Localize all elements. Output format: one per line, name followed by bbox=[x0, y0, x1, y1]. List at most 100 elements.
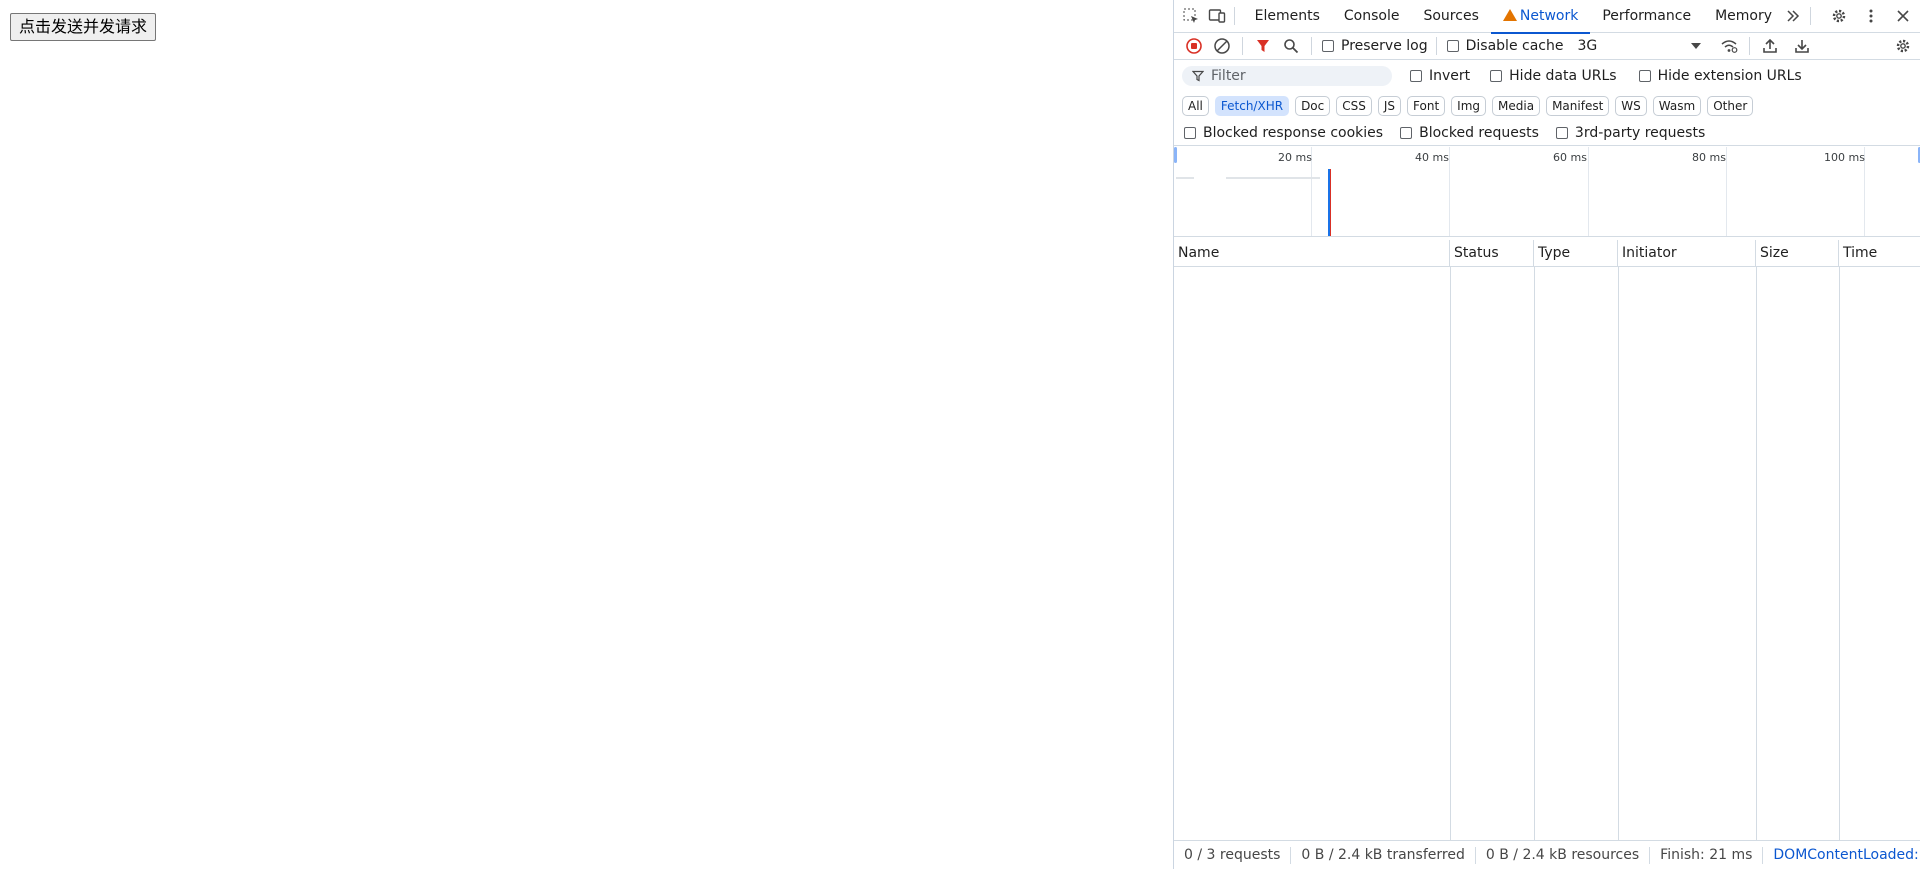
type-filter-font[interactable]: Font bbox=[1407, 96, 1446, 116]
tab-memory[interactable]: Memory bbox=[1703, 0, 1784, 33]
send-concurrent-requests-button[interactable]: 点击发送并发请求 bbox=[10, 13, 157, 41]
overview-tick-label: 20 ms bbox=[1278, 151, 1312, 164]
network-settings-icon[interactable] bbox=[1891, 34, 1915, 58]
tab-performance[interactable]: Performance bbox=[1590, 0, 1703, 33]
settings-gear-icon[interactable] bbox=[1827, 4, 1851, 28]
blocked-requests-checkbox[interactable]: Blocked requests bbox=[1400, 125, 1539, 141]
column-header-size[interactable]: Size bbox=[1756, 240, 1839, 266]
blocked-filters-row: Blocked response cookies Blocked request… bbox=[1174, 120, 1920, 146]
type-filter-manifest[interactable]: Manifest bbox=[1546, 96, 1610, 116]
devtools-tabbar: Elements Console Sources Network Perform… bbox=[1174, 0, 1920, 43]
filter-row: Filter Invert Hide data URLs Hide extens… bbox=[1174, 61, 1920, 91]
overview-tick-label: 100 ms bbox=[1824, 151, 1865, 164]
hide-data-urls-checkbox[interactable]: Hide data URLs bbox=[1490, 68, 1617, 84]
network-toolbar: Preserve log Disable cache 3G bbox=[1174, 33, 1920, 60]
type-filter-doc[interactable]: Doc bbox=[1295, 96, 1331, 116]
chevron-down-icon bbox=[1691, 43, 1702, 49]
invert-label: Invert bbox=[1429, 68, 1471, 84]
overview-tick-label: 40 ms bbox=[1415, 151, 1449, 164]
divider bbox=[1810, 7, 1811, 25]
network-overview-timeline[interactable]: 20 ms 40 ms 60 ms 80 ms 100 ms bbox=[1174, 147, 1920, 237]
throttling-select[interactable]: 3G bbox=[1577, 38, 1702, 54]
checkbox-box[interactable] bbox=[1400, 126, 1413, 139]
filter-icon bbox=[1192, 70, 1204, 82]
column-header-status[interactable]: Status bbox=[1450, 240, 1534, 266]
divider bbox=[1749, 37, 1751, 55]
resources-size: 0 B / 2.4 kB resources bbox=[1476, 846, 1651, 864]
column-divider bbox=[1534, 266, 1535, 840]
column-divider bbox=[1450, 266, 1451, 840]
preserve-log-checkbox[interactable]: Preserve log bbox=[1322, 38, 1428, 54]
type-filter-ws[interactable]: WS bbox=[1615, 96, 1647, 116]
checkbox-box[interactable] bbox=[1490, 70, 1503, 82]
devtools-panel: Elements Console Sources Network Perform… bbox=[1173, 0, 1920, 869]
type-filter-wasm[interactable]: Wasm bbox=[1652, 96, 1702, 116]
filter-placeholder: Filter bbox=[1211, 68, 1246, 84]
divider bbox=[1242, 37, 1243, 55]
type-filter-img[interactable]: Img bbox=[1451, 96, 1487, 116]
blocked-response-cookies-checkbox[interactable]: Blocked response cookies bbox=[1184, 125, 1383, 141]
resource-type-filters: All Fetch/XHR Doc CSS JS Font Img Media Manifest… bbox=[1174, 92, 1920, 120]
disable-cache-checkbox[interactable]: Disable cache bbox=[1446, 38, 1563, 54]
type-filter-js[interactable]: JS bbox=[1377, 96, 1402, 116]
clear-icon[interactable] bbox=[1210, 34, 1234, 58]
device-toolbar-icon[interactable] bbox=[1208, 4, 1226, 28]
web-page: 点击发送并发请求 bbox=[0, 0, 1173, 869]
hide-extension-urls-label: Hide extension URLs bbox=[1657, 68, 1802, 84]
hide-extension-urls-checkbox[interactable]: Hide extension URLs bbox=[1638, 68, 1802, 84]
overview-left-handle[interactable] bbox=[1174, 147, 1177, 163]
type-filter-fetch-xhr[interactable]: Fetch/XHR bbox=[1214, 96, 1290, 116]
checkbox-box[interactable] bbox=[1184, 126, 1196, 139]
invert-checkbox[interactable]: Invert bbox=[1410, 68, 1470, 84]
checkbox-box[interactable] bbox=[1410, 70, 1422, 82]
third-party-requests-checkbox[interactable]: 3rd-party requests bbox=[1555, 125, 1705, 141]
blocked-requests-label: Blocked requests bbox=[1419, 124, 1539, 141]
checkbox-box[interactable] bbox=[1322, 40, 1334, 52]
tab-elements[interactable]: Elements bbox=[1243, 0, 1332, 33]
import-har-icon[interactable] bbox=[1758, 34, 1782, 58]
more-options-icon[interactable] bbox=[1859, 4, 1883, 28]
divider bbox=[1234, 7, 1235, 25]
tab-sources[interactable]: Sources bbox=[1411, 0, 1490, 33]
overview-tick-label: 60 ms bbox=[1553, 151, 1587, 164]
type-filter-other[interactable]: Other bbox=[1707, 96, 1754, 116]
checkbox-box[interactable] bbox=[1446, 40, 1459, 52]
column-divider bbox=[1839, 266, 1840, 840]
filter-input[interactable]: Filter bbox=[1182, 66, 1392, 86]
throttling-value: 3G bbox=[1577, 38, 1598, 54]
request-bar bbox=[1226, 177, 1320, 179]
checkbox-box[interactable] bbox=[1555, 126, 1568, 139]
warning-icon bbox=[1502, 8, 1517, 43]
search-icon[interactable] bbox=[1279, 34, 1303, 58]
type-filter-css[interactable]: CSS bbox=[1336, 96, 1372, 116]
network-status-bar: 0 / 3 requests 0 B / 2.4 kB transferred … bbox=[1174, 840, 1920, 869]
filter-funnel-icon[interactable] bbox=[1251, 34, 1275, 58]
hide-data-urls-label: Hide data URLs bbox=[1509, 68, 1617, 84]
column-header-type[interactable]: Type bbox=[1534, 240, 1618, 266]
dom-content-loaded-link[interactable]: DOMContentLoaded: 22 ms bbox=[1763, 847, 1920, 864]
divider bbox=[1311, 37, 1312, 55]
request-count: 0 / 3 requests bbox=[1174, 846, 1292, 864]
column-header-name[interactable]: Name bbox=[1174, 240, 1450, 266]
checkbox-box[interactable] bbox=[1638, 70, 1651, 82]
column-divider bbox=[1756, 266, 1757, 840]
type-filter-media[interactable]: Media bbox=[1492, 96, 1541, 116]
tab-network[interactable]: Network bbox=[1490, 0, 1591, 43]
export-har-icon[interactable] bbox=[1790, 34, 1814, 58]
overview-gridline bbox=[1726, 147, 1727, 236]
more-tabs-icon[interactable] bbox=[1784, 4, 1802, 28]
network-conditions-icon[interactable] bbox=[1717, 34, 1741, 58]
overview-gridline bbox=[1449, 147, 1450, 236]
column-header-initiator[interactable]: Initiator bbox=[1618, 240, 1756, 266]
transferred-size: 0 B / 2.4 kB transferred bbox=[1291, 846, 1476, 864]
preserve-log-label: Preserve log bbox=[1341, 38, 1428, 54]
type-filter-all[interactable]: All bbox=[1182, 96, 1209, 116]
column-header-time[interactable]: Time bbox=[1839, 240, 1920, 266]
blocked-response-cookies-label: Blocked response cookies bbox=[1203, 124, 1384, 141]
close-icon[interactable] bbox=[1891, 4, 1915, 28]
inspect-element-icon[interactable] bbox=[1182, 4, 1200, 28]
divider bbox=[1435, 37, 1437, 55]
stop-recording-icon[interactable] bbox=[1182, 34, 1206, 58]
tab-console[interactable]: Console bbox=[1332, 0, 1412, 33]
table-header: Name Status Type Initiator Size Time bbox=[1174, 240, 1920, 267]
